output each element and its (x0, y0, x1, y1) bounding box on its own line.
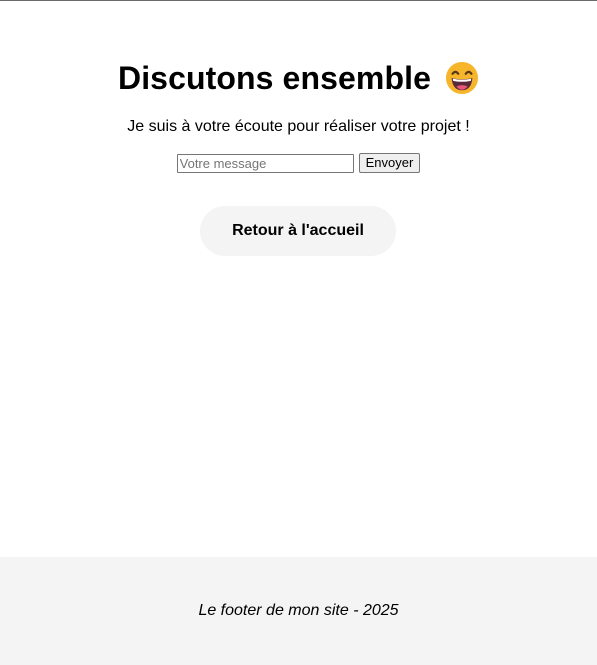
page-title: Discutons ensemble (117, 59, 431, 96)
footer: Le footer de mon site - 2025 (0, 557, 597, 665)
message-input[interactable] (176, 153, 354, 173)
home-button[interactable]: Retour à l'accueil (200, 206, 396, 256)
page-header: Discutons ensemble (0, 56, 597, 100)
grinning-face-icon (445, 61, 479, 95)
send-button[interactable]: Envoyer (358, 153, 421, 173)
intro-text: Je suis à votre écoute pour réaliser vot… (127, 118, 470, 135)
message-form: Envoyer (0, 153, 597, 173)
top-divider (0, 0, 597, 1)
footer-text: Le footer de mon site - 2025 (198, 602, 399, 619)
page: Discutons ensemble Je suis à votre écout… (0, 0, 597, 665)
